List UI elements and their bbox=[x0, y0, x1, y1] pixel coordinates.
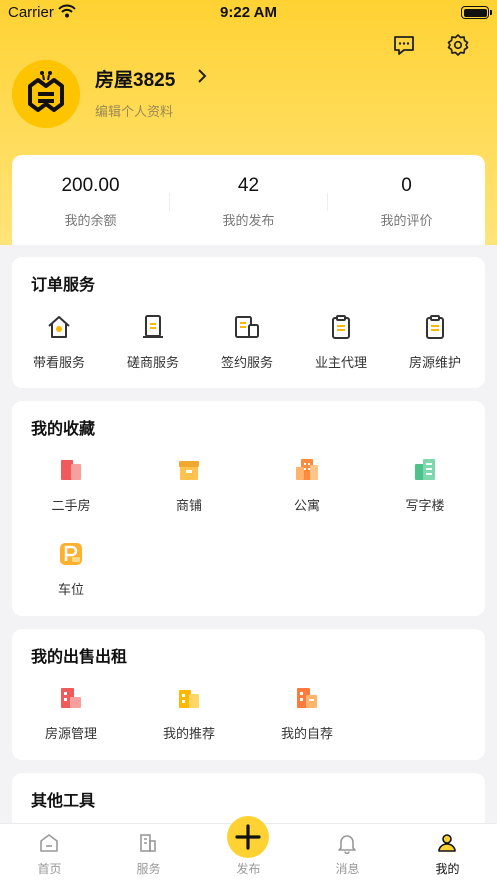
item-label: 业主代理 bbox=[314, 356, 367, 371]
self-recommend-icon bbox=[297, 688, 317, 708]
stats-card: 200.00 我的余额 42 我的发布 0 我的评价 bbox=[12, 155, 485, 245]
tab-label: 服务 bbox=[136, 862, 161, 876]
stat-value: 200.00 bbox=[61, 175, 120, 196]
item-label: 我的推荐 bbox=[162, 727, 215, 742]
avatar[interactable] bbox=[12, 60, 80, 128]
item-label: 房源维护 bbox=[408, 356, 461, 371]
item-label: 磋商服务 bbox=[126, 356, 179, 371]
tab-publish[interactable]: 发布 bbox=[199, 816, 298, 883]
clipboard-icon bbox=[426, 315, 444, 339]
stat-label: 我的余额 bbox=[64, 214, 117, 229]
favorite-item-office[interactable]: 写字楼 bbox=[378, 456, 472, 514]
tab-bar: 首页 服务 发布 消息 我的 bbox=[0, 816, 497, 883]
stat-balance[interactable]: 200.00 我的余额 bbox=[12, 155, 169, 245]
section-title: 我的出售出租 bbox=[31, 647, 128, 666]
second-hand-house-icon bbox=[61, 460, 81, 480]
shop-icon bbox=[179, 461, 199, 480]
item-label: 二手房 bbox=[51, 499, 91, 514]
favorites-card: 我的收藏 二手房 商铺 公寓 写字楼 车位 bbox=[12, 401, 485, 616]
sales-card: 我的出售出租 房源管理 我的推荐 我的自荐 bbox=[12, 629, 485, 760]
sales-item-self-recommend[interactable]: 我的自荐 bbox=[260, 684, 354, 742]
stat-label: 我的发布 bbox=[222, 214, 275, 229]
tab-services[interactable]: 服务 bbox=[99, 824, 198, 883]
favorite-item-shop[interactable]: 商铺 bbox=[142, 456, 236, 514]
recommend-icon bbox=[179, 690, 199, 708]
user-icon bbox=[438, 834, 456, 852]
order-item-listing-maintenance[interactable]: 房源维护 bbox=[388, 313, 482, 371]
item-label: 商铺 bbox=[175, 499, 202, 514]
tab-label: 消息 bbox=[335, 862, 360, 876]
item-label: 车位 bbox=[57, 583, 84, 598]
section-title: 其他工具 bbox=[31, 791, 96, 810]
profile-name[interactable]: 房屋3825 bbox=[95, 65, 175, 92]
stat-reviews[interactable]: 0 我的评价 bbox=[328, 155, 485, 245]
publish-button[interactable] bbox=[227, 816, 269, 858]
order-services-card: 订单服务 带看服务 磋商服务 签约服务 业主代理 房源维护 bbox=[12, 257, 485, 388]
chevron-right-icon[interactable] bbox=[195, 68, 209, 84]
item-label: 我的自荐 bbox=[280, 727, 333, 742]
sales-item-recommend[interactable]: 我的推荐 bbox=[142, 684, 236, 742]
gear-icon[interactable] bbox=[446, 33, 470, 57]
stat-posts[interactable]: 42 我的发布 bbox=[170, 155, 327, 245]
tab-mine[interactable]: 我的 bbox=[398, 824, 497, 883]
order-item-signing[interactable]: 签约服务 bbox=[200, 313, 294, 371]
plus-icon bbox=[235, 824, 261, 850]
item-label: 写字楼 bbox=[405, 499, 445, 514]
message-icon[interactable] bbox=[392, 33, 416, 57]
bell-icon bbox=[338, 835, 356, 854]
contract-icon bbox=[235, 316, 259, 338]
item-label: 房源管理 bbox=[44, 727, 97, 742]
order-item-viewing[interactable]: 带看服务 bbox=[12, 313, 106, 371]
favorite-item-apartment[interactable]: 公寓 bbox=[260, 456, 354, 514]
listing-management-icon bbox=[61, 688, 81, 708]
stat-value: 42 bbox=[237, 175, 260, 196]
battery-icon bbox=[461, 6, 492, 19]
stat-value: 0 bbox=[401, 175, 412, 196]
edit-profile-link[interactable]: 编辑个人资料 bbox=[95, 101, 173, 120]
building-icon bbox=[140, 834, 156, 852]
tab-label: 首页 bbox=[37, 862, 62, 876]
stat-label: 我的评价 bbox=[380, 214, 433, 229]
tab-messages[interactable]: 消息 bbox=[298, 824, 397, 883]
tab-label: 我的 bbox=[435, 862, 460, 876]
favorite-item-parking[interactable]: 车位 bbox=[24, 540, 118, 598]
apartment-icon bbox=[296, 459, 318, 480]
section-title: 我的收藏 bbox=[31, 419, 96, 438]
sales-item-listing-management[interactable]: 房源管理 bbox=[24, 684, 118, 742]
section-title: 订单服务 bbox=[31, 275, 96, 294]
order-item-owner-agent[interactable]: 业主代理 bbox=[294, 313, 388, 371]
favorite-item-second-hand[interactable]: 二手房 bbox=[24, 456, 118, 514]
tab-label: 发布 bbox=[236, 862, 261, 876]
status-bar: Carrier 9:22 AM bbox=[0, 0, 497, 26]
office-building-icon bbox=[415, 459, 435, 480]
order-item-negotiation[interactable]: 磋商服务 bbox=[106, 313, 200, 371]
house-icon bbox=[48, 316, 70, 338]
parking-icon bbox=[60, 543, 82, 565]
status-time: 9:22 AM bbox=[220, 4, 277, 21]
document-icon bbox=[143, 315, 163, 338]
tab-home[interactable]: 首页 bbox=[0, 824, 99, 883]
home-icon bbox=[40, 834, 58, 852]
item-label: 带看服务 bbox=[32, 356, 85, 371]
clipboard-icon bbox=[332, 315, 350, 339]
item-label: 签约服务 bbox=[220, 356, 273, 371]
bee-logo-icon bbox=[12, 60, 80, 128]
item-label: 公寓 bbox=[293, 499, 320, 514]
